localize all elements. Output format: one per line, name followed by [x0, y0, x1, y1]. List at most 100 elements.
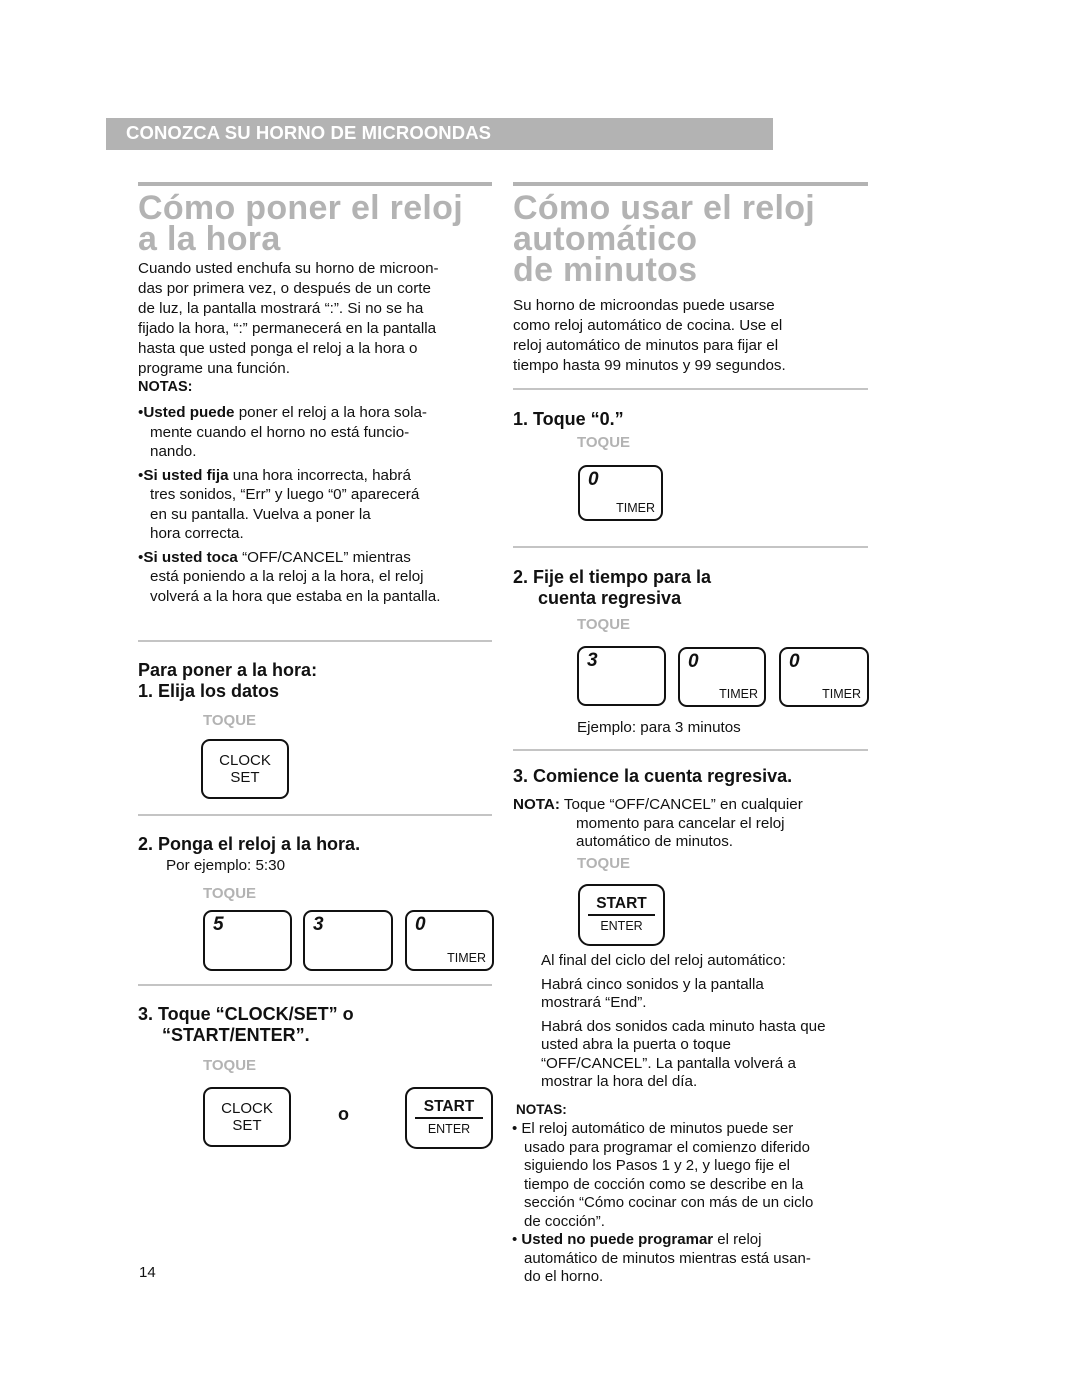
intro-line: de luz, la pantalla mostrará “:”. Si no …: [138, 300, 424, 317]
end-info-line: mostrar la hora del día.: [541, 1073, 698, 1090]
note-item: •Si usted fija una hora incorrecta, habr…: [138, 466, 498, 544]
right-step3-heading: 3. Comience la cuenta regresiva.: [513, 766, 793, 786]
right-step2-heading: 2. Fije el tiempo para la cuenta regresi…: [513, 567, 711, 609]
divider: [513, 388, 868, 390]
digit-key-3[interactable]: 3: [303, 910, 393, 971]
right-title-line: de minutos: [513, 251, 698, 289]
key-number: 0: [688, 651, 699, 672]
toque-label: TOQUE: [203, 712, 257, 729]
note-text: tres sonidos, “Err” y luego “0” aparecer…: [150, 486, 420, 503]
note-text: nando.: [150, 443, 197, 460]
right-intro: Su horno de microondas puede usarse como…: [513, 296, 873, 376]
bullet-dot: •: [512, 1120, 522, 1137]
enter-label: ENTER: [427, 1122, 471, 1136]
intro-line: reloj automático de minutos para fijar e…: [513, 337, 779, 354]
end-info-heading: Al final del ciclo del reloj automático:: [541, 952, 786, 969]
note-text: una hora incorrecta, habrá: [228, 466, 411, 484]
step-heading-line: “START/ENTER”.: [162, 1025, 310, 1045]
note-bold: Si usted toca: [143, 548, 238, 566]
key-number: 3: [313, 914, 324, 935]
toque-label: TOQUE: [577, 855, 631, 872]
end-info-line: “OFF/CANCEL”. La pantalla volverá a: [541, 1054, 796, 1072]
end-of-cycle-info: Al final del ciclo del reloj automático:…: [541, 952, 881, 1092]
note-text: El reloj automático de minutos puede ser: [521, 1120, 794, 1137]
intro-line: como reloj automático de cocina. Use el: [513, 317, 783, 334]
example-text: Ejemplo: para 3 minutos: [577, 719, 741, 736]
note-bold: Usted puede: [143, 404, 235, 421]
key-number: 5: [213, 914, 224, 935]
bullet-dot: •: [512, 1231, 522, 1248]
digit-key-0-timer[interactable]: 0 TIMER: [578, 465, 663, 521]
left-title-line2: a la hora: [138, 220, 281, 258]
start-enter-key[interactable]: START ENTER: [405, 1087, 493, 1149]
right-page-title: Cómo usar el reloj automático de minutos: [513, 191, 815, 289]
key-sublabel: TIMER: [822, 687, 861, 701]
note-item: • El reloj automático de minutos puede s…: [512, 1120, 877, 1231]
key-label-line: SET: [232, 1117, 262, 1134]
toque-label: TOQUE: [203, 1057, 257, 1074]
step-heading-line: 1. Elija los datos: [138, 681, 280, 701]
toque-label: TOQUE: [577, 616, 631, 633]
step-heading-line: 2. Fije el tiempo para la: [513, 567, 712, 587]
digit-key-5[interactable]: 5: [203, 910, 292, 971]
key-number: 0: [415, 914, 426, 935]
left-step2-heading: 2. Ponga el reloj a la hora.: [138, 834, 361, 854]
clock-set-key[interactable]: CLOCK SET: [201, 739, 289, 799]
intro-line: hasta que usted ponga el reloj a la hora…: [138, 340, 418, 357]
note-text: siguiendo los Pasos 1 y 2, y luego fije …: [524, 1157, 790, 1174]
left-notas-heading: NOTAS:: [138, 379, 193, 395]
note-text: automático de minutos mientras está usan…: [524, 1249, 811, 1267]
digit-key-0-timer[interactable]: 0 TIMER: [405, 910, 494, 971]
note-text: poner el reloj a la hora sola-: [234, 404, 427, 421]
right-notas-heading: NOTAS:: [516, 1102, 567, 1117]
divider: [513, 749, 868, 751]
note-text: mente cuando el horno no está funcio-: [150, 423, 410, 441]
note-text: volverá a la hora que estaba en la panta…: [150, 587, 441, 605]
note-text: en su pantalla. Vuelva a poner la: [150, 505, 371, 523]
toque-label: TOQUE: [203, 885, 257, 902]
note-text: sección “Cómo cocinar con más de un cicl…: [524, 1194, 814, 1211]
page-number: 14: [139, 1264, 156, 1281]
digit-key-0-timer[interactable]: 0 TIMER: [678, 647, 766, 707]
right-step1-heading: 1. Toque “0.”: [513, 409, 624, 429]
divider: [138, 814, 492, 816]
divider: [513, 546, 868, 548]
key-label-line: CLOCK: [219, 752, 271, 769]
key-label: CLOCK SET: [203, 752, 287, 786]
nota-text: Toque “OFF/CANCEL” en cualquier: [559, 796, 803, 813]
toque-label: TOQUE: [577, 434, 631, 451]
intro-line: fijado la hora, “:” permanecerá en la pa…: [138, 320, 437, 337]
step-heading-line: cuenta regresiva: [538, 588, 682, 608]
note-text: hora correcta.: [150, 525, 244, 542]
key-number: 3: [587, 650, 598, 671]
left-step3-heading: 3. Toque “CLOCK/SET” o “START/ENTER”.: [138, 1004, 354, 1046]
left-intro: Cuando usted enchufa su horno de microon…: [138, 259, 498, 379]
divider: [138, 984, 492, 986]
intro-line: Su horno de microondas puede usarse: [513, 297, 775, 314]
section-header-title: CONOZCA SU HORNO DE MICROONDAS: [126, 122, 492, 143]
note-text: de cocción”.: [524, 1212, 605, 1230]
clock-set-key[interactable]: CLOCK SET: [203, 1087, 291, 1147]
intro-line: programe una función.: [138, 360, 290, 377]
start-enter-key[interactable]: START ENTER: [578, 884, 665, 946]
end-info-line: Habrá cinco sonidos y la pantalla: [541, 975, 764, 993]
start-label: START: [588, 895, 655, 916]
nota-label: NOTA:: [513, 796, 560, 813]
section-header-bar: CONOZCA SU HORNO DE MICROONDAS: [106, 118, 773, 150]
left-page-title: Cómo poner el reloj a la hora: [138, 191, 463, 258]
example-text: Por ejemplo: 5:30: [166, 857, 286, 874]
intro-line: Cuando usted enchufa su horno de microon…: [138, 260, 439, 277]
note-bold: Usted no puede programar: [521, 1231, 714, 1248]
note-text: usado para programar el comienzo diferid…: [524, 1138, 810, 1156]
start-label: START: [415, 1098, 483, 1119]
nota-text: automático de minutos.: [576, 833, 734, 850]
key-label: CLOCK SET: [205, 1100, 289, 1134]
key-sublabel: TIMER: [447, 951, 486, 965]
digit-key-3[interactable]: 3: [577, 646, 666, 706]
step-heading-line: Para poner a la hora:: [138, 660, 318, 680]
digit-key-0-timer[interactable]: 0 TIMER: [779, 647, 869, 707]
key-number: 0: [588, 469, 599, 490]
left-title-rule: [138, 182, 492, 186]
nota-text: momento para cancelar el reloj: [576, 814, 785, 832]
left-step1-heading: Para poner a la hora: 1. Elija los datos: [138, 660, 317, 702]
